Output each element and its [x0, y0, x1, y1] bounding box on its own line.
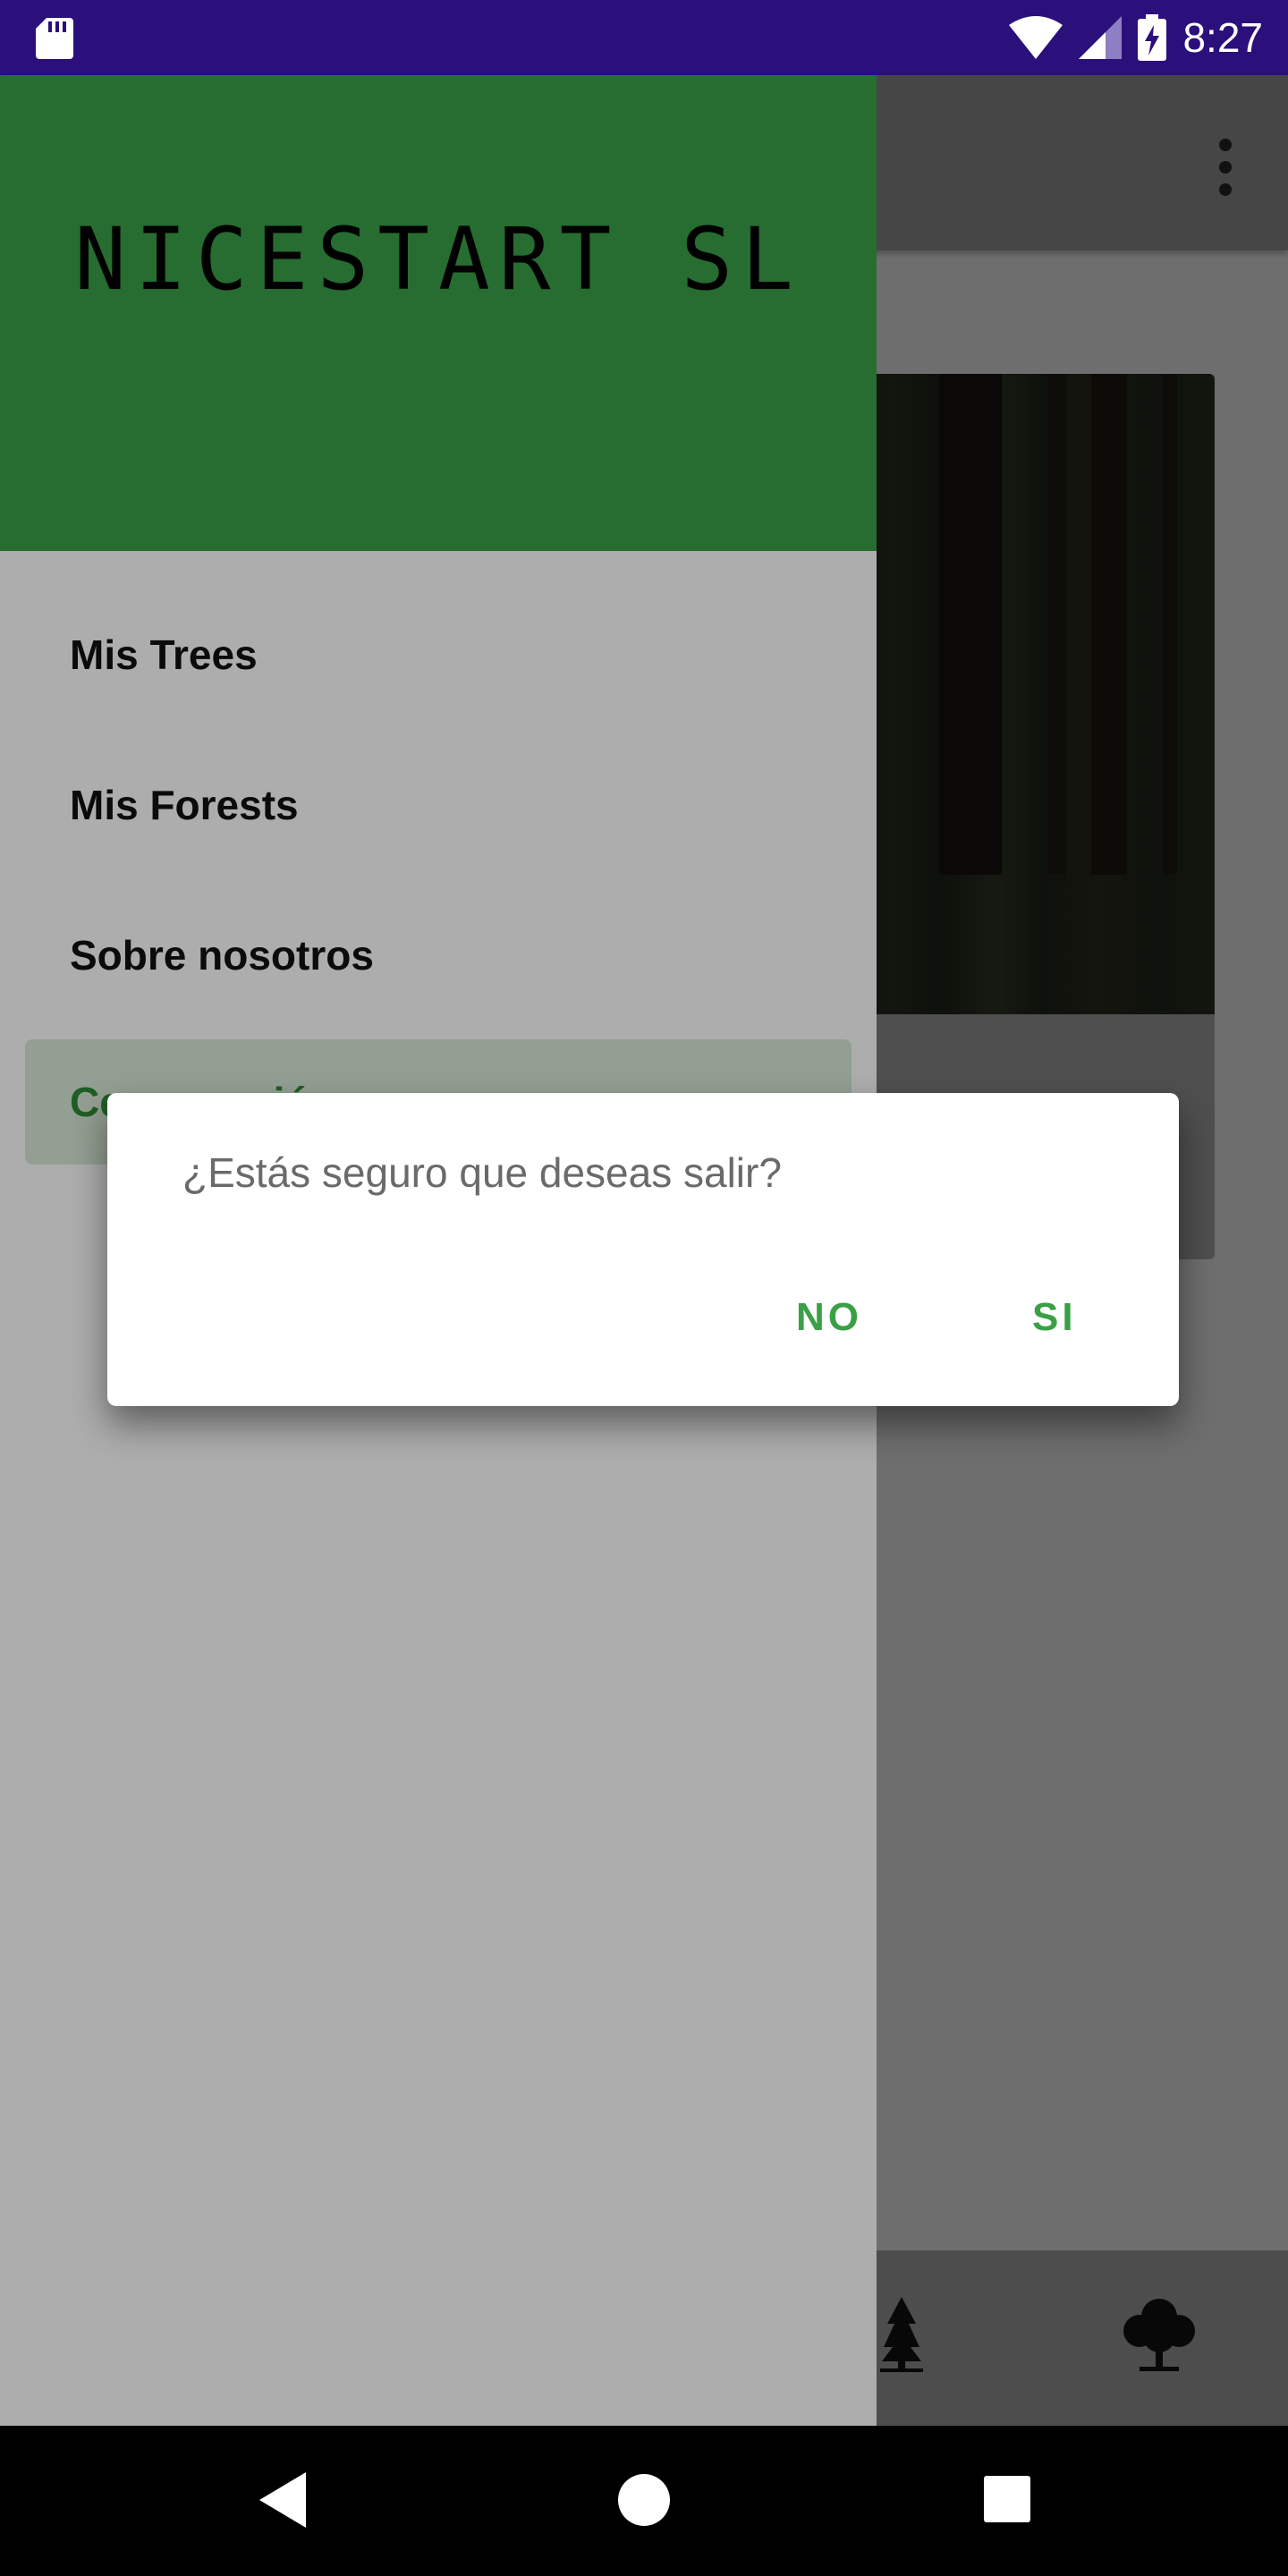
- recents-icon[interactable]: [982, 2470, 1032, 2529]
- wifi-icon: [1009, 16, 1063, 59]
- status-time: 8:27: [1182, 14, 1263, 61]
- system-navigation-bar: [0, 2426, 1288, 2576]
- status-icons: 8:27: [1009, 0, 1263, 75]
- dialog-message: ¿Estás seguro que deseas salir?: [182, 1149, 782, 1196]
- si-button[interactable]: SI: [1032, 1295, 1077, 1340]
- signal-icon: [1079, 16, 1123, 59]
- exit-confirmation-dialog: ¿Estás seguro que deseas salir? NO SI: [107, 1093, 1179, 1406]
- status-bar: 8:27: [0, 0, 1288, 75]
- home-icon[interactable]: [617, 2470, 671, 2529]
- back-icon[interactable]: [258, 2470, 308, 2529]
- sd-card-icon: [36, 18, 73, 59]
- no-button[interactable]: NO: [796, 1295, 862, 1340]
- battery-charging-icon: [1138, 14, 1167, 61]
